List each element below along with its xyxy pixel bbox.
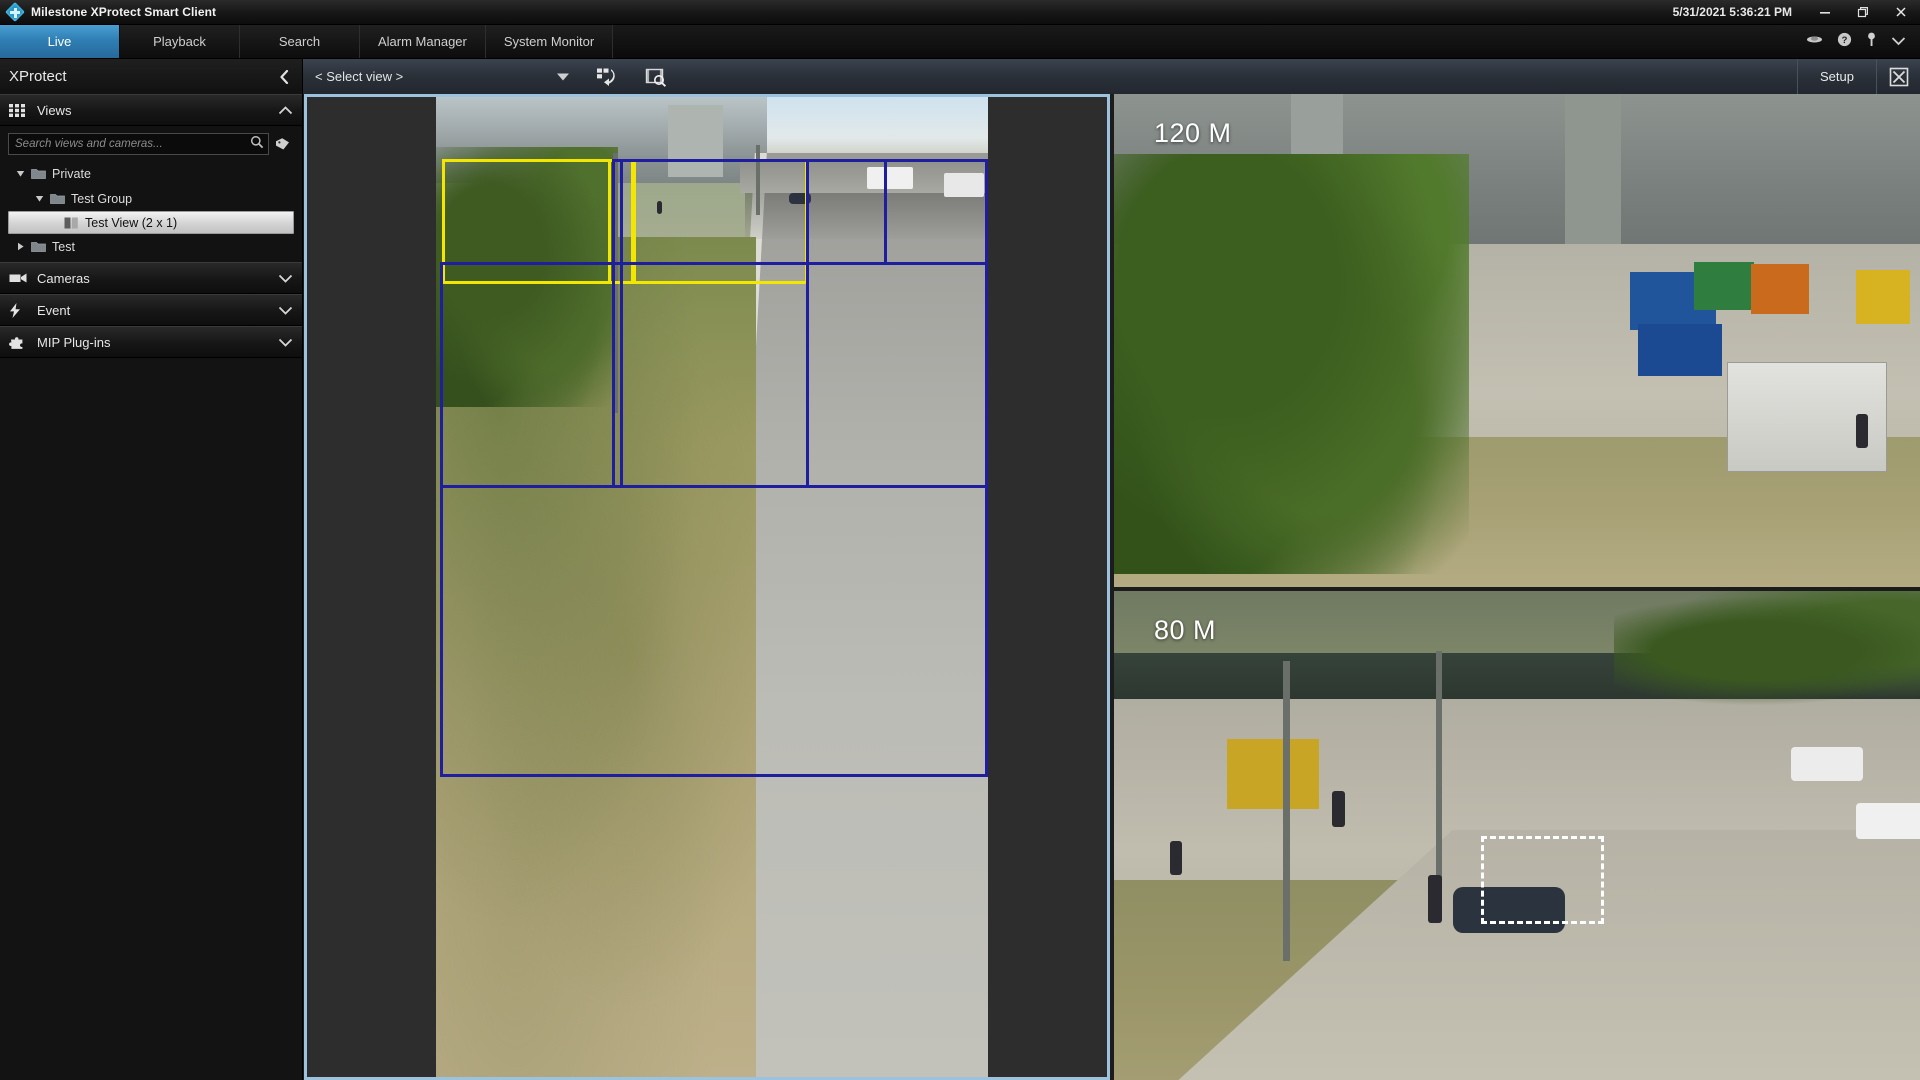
tree-item-label: Test <box>52 240 75 254</box>
help-icon[interactable]: ? <box>1837 32 1852 52</box>
tab-alarm-manager[interactable]: Alarm Manager <box>360 25 486 58</box>
tab-live[interactable]: Live <box>0 25 120 58</box>
view-layout-icon <box>61 217 81 229</box>
tab-label: Playback <box>153 34 206 49</box>
puzzle-icon <box>9 335 29 350</box>
tree-item-label: Private <box>52 167 91 181</box>
detection-zone-blue <box>884 159 988 265</box>
xprotect-logo: XProtect <box>9 68 67 85</box>
title-bar: Milestone XProtect Smart Client 5/31/202… <box>0 0 1920 25</box>
expander-expanded-icon[interactable] <box>12 169 28 178</box>
chevron-down-icon[interactable] <box>278 271 293 286</box>
camera-video-feed <box>436 97 988 1077</box>
setup-button[interactable]: Setup <box>1797 59 1876 94</box>
app-title: Milestone XProtect Smart Client <box>31 5 216 19</box>
camera-pane-120m[interactable]: 120 M <box>1114 94 1920 587</box>
tab-system-monitor[interactable]: System Monitor <box>486 25 613 58</box>
tree-item-test-view[interactable]: Test View (2 x 1) <box>8 211 294 234</box>
views-panel-body: Private Test Group Test View (2 x 1) <box>0 126 302 262</box>
sidebar-item-label: Event <box>37 303 70 318</box>
grid-icon <box>9 104 29 117</box>
view-select-value: < Select view > <box>315 69 403 84</box>
milestone-diamond-icon <box>7 4 23 20</box>
tab-label: Live <box>48 34 72 49</box>
sidebar-item-label: Cameras <box>37 271 90 286</box>
minimize-button[interactable] <box>1806 0 1844 25</box>
tab-playback[interactable]: Playback <box>120 25 240 58</box>
window-controls: 5/31/2021 5:36:21 PM <box>1673 0 1920 24</box>
chevron-left-icon[interactable] <box>274 67 294 87</box>
expander-expanded-icon[interactable] <box>31 194 47 203</box>
main-tab-bar: Live Playback Search Alarm Manager Syste… <box>0 25 1920 59</box>
expander-collapsed-icon[interactable] <box>12 242 28 251</box>
lightning-icon <box>9 303 29 318</box>
camera-icon <box>9 272 29 284</box>
folder-icon <box>28 241 48 253</box>
sidebar-item-label: MIP Plug-ins <box>37 335 110 350</box>
chevron-down-icon <box>557 73 569 80</box>
chevron-up-icon[interactable] <box>278 103 293 118</box>
tab-label: Alarm Manager <box>378 34 467 49</box>
camera-pane-80m[interactable]: 80 M <box>1114 591 1920 1080</box>
search-input[interactable] <box>15 138 250 150</box>
restore-button[interactable] <box>1844 0 1882 25</box>
fullscreen-icon[interactable] <box>1876 59 1920 94</box>
chevron-down-icon[interactable] <box>278 303 293 318</box>
secondary-toolbar: XProtect < Select view > <box>0 59 1920 94</box>
tree-item-label: Test Group <box>71 192 132 206</box>
search-icon[interactable] <box>250 135 264 154</box>
tree-item-test-group[interactable]: Test Group <box>0 186 302 211</box>
distance-label-80m: 80 M <box>1154 615 1216 646</box>
views-panel-header[interactable]: Views <box>0 94 302 126</box>
live-toolbar: < Select view > Setup <box>303 59 1920 94</box>
sidebar-item-cameras[interactable]: Cameras <box>0 262 302 294</box>
view-select-dropdown[interactable]: < Select view > <box>315 65 573 89</box>
distance-label-120m: 120 M <box>1154 118 1232 149</box>
detection-box-dashed <box>1481 836 1604 924</box>
tag-icon[interactable] <box>272 133 294 155</box>
video-view-grid: 120 M 80 M <box>304 94 1920 1080</box>
tree-item-test[interactable]: Test <box>0 234 302 259</box>
sidebar-item-event[interactable]: Event <box>0 294 302 326</box>
tab-search[interactable]: Search <box>240 25 360 58</box>
left-sidebar: Views <box>0 94 303 1080</box>
folder-icon <box>28 168 48 180</box>
views-search-row <box>0 133 302 161</box>
close-button[interactable] <box>1882 0 1920 25</box>
chevron-down-icon[interactable] <box>1891 33 1906 51</box>
search-box[interactable] <box>8 133 269 155</box>
tree-item-label: Test View (2 x 1) <box>85 216 177 230</box>
views-panel-title: Views <box>37 103 71 118</box>
svg-text:?: ? <box>1842 35 1848 46</box>
tab-label: Search <box>279 34 320 49</box>
reload-views-icon[interactable] <box>589 64 623 90</box>
xprotect-logo-area: XProtect <box>0 59 303 94</box>
folder-icon <box>47 193 67 205</box>
tree-item-private[interactable]: Private <box>0 161 302 186</box>
chevron-down-icon[interactable] <box>278 335 293 350</box>
main-camera-pane[interactable] <box>304 94 1110 1080</box>
clock: 5/31/2021 5:36:21 PM <box>1673 5 1806 19</box>
setup-label: Setup <box>1820 69 1854 84</box>
swap-icon[interactable] <box>1806 33 1823 51</box>
sidebar-item-mip-plugins[interactable]: MIP Plug-ins <box>0 326 302 358</box>
video-search-icon[interactable] <box>639 64 673 90</box>
key-icon[interactable] <box>1866 32 1877 52</box>
tab-label: System Monitor <box>504 34 594 49</box>
